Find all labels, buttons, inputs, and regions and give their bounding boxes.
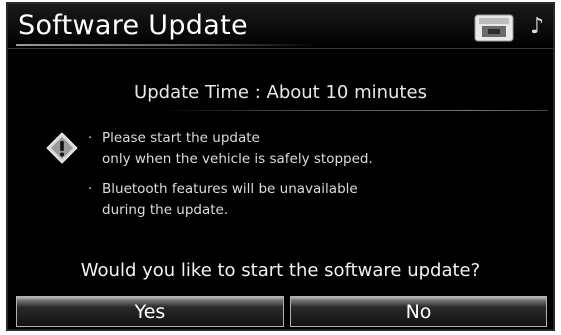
phone-icon <box>474 14 514 42</box>
software-update-screen: Software Update ♪ Update Time : About 10… <box>6 2 555 331</box>
music-note-icon: ♪ <box>530 14 545 39</box>
yes-button[interactable]: Yes <box>16 296 284 327</box>
note-line: Bluetooth features will be unavailable <box>102 181 358 197</box>
page-title: Software Update <box>18 10 248 41</box>
title-bar: Software Update ♪ <box>8 4 553 49</box>
note-line: during the update. <box>102 202 229 218</box>
note-line: Please start the update <box>102 130 260 146</box>
warning-icon <box>46 132 78 164</box>
title-underline <box>16 44 316 46</box>
bullet: · <box>88 130 93 146</box>
update-notes: · Please start the update only when the … <box>88 128 528 230</box>
no-button[interactable]: No <box>290 296 547 327</box>
update-time-text: Update Time : About 10 minutes <box>134 82 427 103</box>
note-item: · Please start the update only when the … <box>88 128 528 170</box>
update-time-divider <box>158 110 548 111</box>
confirmation-question: Would you like to start the software upd… <box>80 260 481 281</box>
note-item: · Bluetooth features will be unavailable… <box>88 179 528 221</box>
bullet: · <box>88 181 93 197</box>
note-line: only when the vehicle is safely stopped. <box>102 151 373 167</box>
